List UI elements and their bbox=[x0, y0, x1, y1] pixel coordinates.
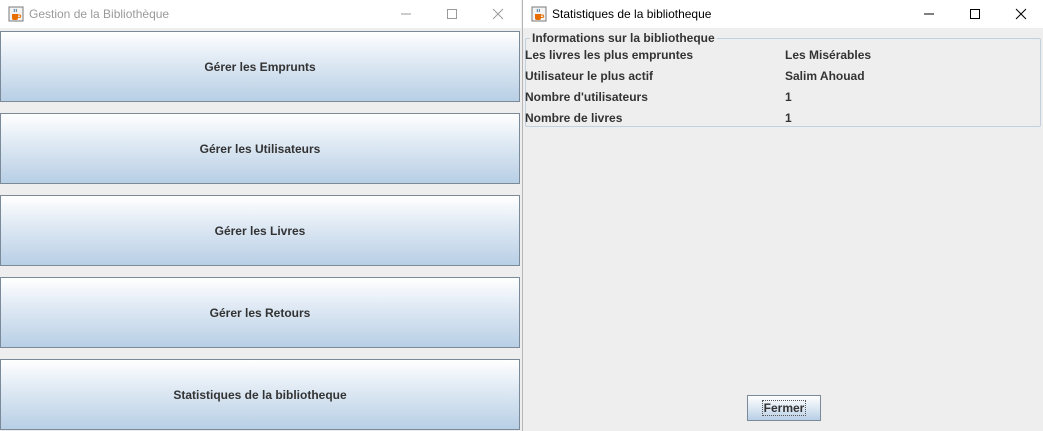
stat-row-user-count: Nombre d'utilisateurs 1 bbox=[525, 87, 1035, 108]
stat-value: Salim Ahouad bbox=[785, 69, 865, 83]
stat-label: Nombre de livres bbox=[525, 111, 623, 125]
stat-row-most-borrowed: Les livres les plus empruntes Les Miséra… bbox=[525, 45, 1035, 66]
main-window-title: Gestion de la Bibliothèque bbox=[29, 7, 170, 21]
main-window: Gestion de la Bibliothèque Gérer les Emp… bbox=[0, 0, 521, 431]
close-window-button[interactable] bbox=[475, 0, 521, 28]
minimize-button[interactable] bbox=[383, 0, 429, 28]
main-window-titlebar[interactable]: Gestion de la Bibliothèque bbox=[0, 0, 521, 28]
manage-books-button[interactable]: Gérer les Livres bbox=[0, 195, 520, 266]
close-icon bbox=[492, 8, 504, 20]
stat-row-most-active-user: Utilisateur le plus actif Salim Ahouad bbox=[525, 66, 1035, 87]
panel-title: Informations sur la bibliotheque bbox=[532, 31, 715, 45]
minimize-icon bbox=[401, 13, 411, 15]
manage-returns-button[interactable]: Gérer les Retours bbox=[0, 277, 520, 348]
statistics-window: Statistiques de la bibliotheque Informat… bbox=[522, 0, 1043, 431]
library-statistics-button[interactable]: Statistiques de la bibliotheque bbox=[0, 359, 520, 430]
minimize-icon bbox=[924, 13, 934, 15]
statistics-window-titlebar[interactable]: Statistiques de la bibliotheque bbox=[523, 0, 1043, 28]
statistics-window-title: Statistiques de la bibliotheque bbox=[552, 7, 712, 21]
java-coffee-cup-icon bbox=[8, 6, 24, 22]
maximize-icon bbox=[970, 9, 980, 19]
manage-loans-button[interactable]: Gérer les Emprunts bbox=[0, 31, 520, 102]
stat-label: Nombre d'utilisateurs bbox=[525, 90, 648, 104]
java-coffee-cup-icon bbox=[531, 6, 547, 22]
stat-value: 1 bbox=[785, 90, 792, 104]
maximize-button[interactable] bbox=[952, 0, 998, 28]
stat-row-book-count: Nombre de livres 1 bbox=[525, 108, 1035, 129]
minimize-button[interactable] bbox=[906, 0, 952, 28]
stat-label: Utilisateur le plus actif bbox=[525, 69, 654, 83]
manage-users-button[interactable]: Gérer les Utilisateurs bbox=[0, 113, 520, 184]
stat-value: 1 bbox=[785, 111, 792, 125]
maximize-button[interactable] bbox=[429, 0, 475, 28]
close-button-label: Fermer bbox=[761, 400, 807, 416]
stat-label: Les livres les plus empruntes bbox=[525, 48, 694, 62]
close-icon bbox=[1015, 8, 1027, 20]
close-window-button[interactable] bbox=[998, 0, 1043, 28]
close-button[interactable]: Fermer bbox=[747, 395, 821, 421]
maximize-icon bbox=[447, 9, 457, 19]
stat-value: Les Misérables bbox=[785, 48, 872, 62]
